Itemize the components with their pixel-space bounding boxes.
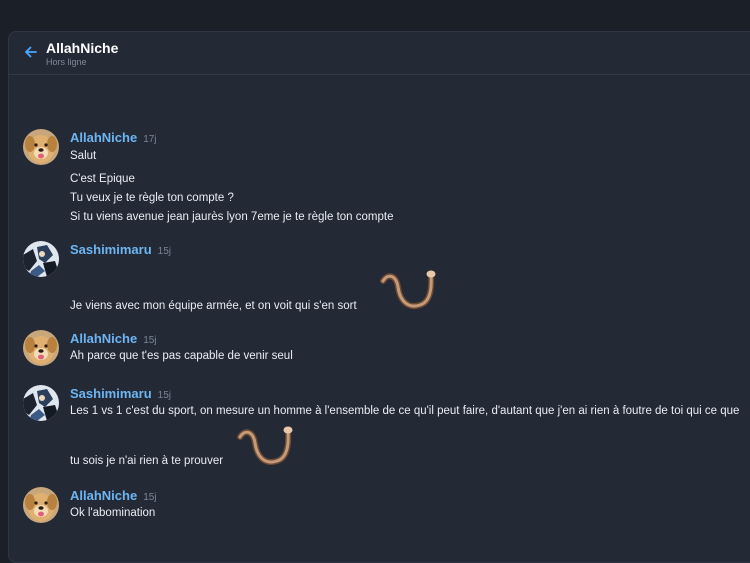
message-group: AllahNiche 15j Ok l'abomination <box>23 487 750 527</box>
message-text: Salut <box>70 150 97 162</box>
message-group: Sashimimaru 15j Je viens avec mon équipe … <box>23 241 750 321</box>
message-time: 15j <box>157 390 172 401</box>
avatar[interactable] <box>23 487 59 523</box>
message-text: Ah parce que t'es pas capable de venir s… <box>70 350 293 362</box>
back-arrow-icon[interactable] <box>23 44 39 60</box>
author-name[interactable]: AllahNiche <box>70 488 137 503</box>
message-meta: Sashimimaru 15j <box>70 241 171 259</box>
avatar[interactable] <box>23 241 59 277</box>
chat-header: AllahNiche Hors ligne <box>9 32 750 75</box>
presence-status: Hors ligne <box>46 57 87 67</box>
message-text: Les 1 vs 1 c'est du sport, on mesure un … <box>70 405 740 417</box>
message-group: AllahNiche 15j Ah parce que t'es pas capa… <box>23 330 750 370</box>
avatar[interactable] <box>23 330 59 366</box>
author-name[interactable]: AllahNiche <box>70 130 137 145</box>
author-name[interactable]: AllahNiche <box>70 331 137 346</box>
message-time: 15j <box>143 335 157 346</box>
message-text: Je viens avec mon équipe armée, et on vo… <box>70 300 357 312</box>
message-time: 15j <box>143 492 157 503</box>
avatar[interactable] <box>23 129 59 165</box>
message-text: tu sois je n'ai rien à te prouver <box>70 455 224 467</box>
message-text: Ok l'abomination <box>70 507 156 519</box>
message-text: Tu veux je te règle ton compte ? <box>70 192 234 204</box>
message-text: C'est Epique <box>70 173 135 185</box>
conversation-title: AllahNiche <box>46 40 119 56</box>
message-group: Sashimimaru 15j Les 1 vs 1 c'est du sport… <box>23 385 750 475</box>
message-time: 15j <box>157 246 172 257</box>
author-name[interactable]: Sashimimaru <box>70 386 152 401</box>
chat-panel: AllahNiche Hors ligne AllahNiche 17j Salu… <box>8 31 750 563</box>
avatar[interactable] <box>23 385 59 421</box>
message-meta: AllahNiche 15j <box>70 487 157 505</box>
message-meta: Sashimimaru 15j <box>70 385 171 403</box>
noodle-sticker <box>380 269 440 318</box>
message-meta: AllahNiche 15j <box>70 330 157 348</box>
message-text: Si tu viens avenue jean jaurès lyon 7eme… <box>70 211 394 223</box>
message-time: 17j <box>143 134 157 145</box>
author-name[interactable]: Sashimimaru <box>70 242 152 257</box>
message-group: AllahNiche 17j Salut C'est Epique Tu veux… <box>23 129 750 229</box>
message-meta: AllahNiche 17j <box>70 129 157 147</box>
noodle-sticker <box>237 425 297 474</box>
